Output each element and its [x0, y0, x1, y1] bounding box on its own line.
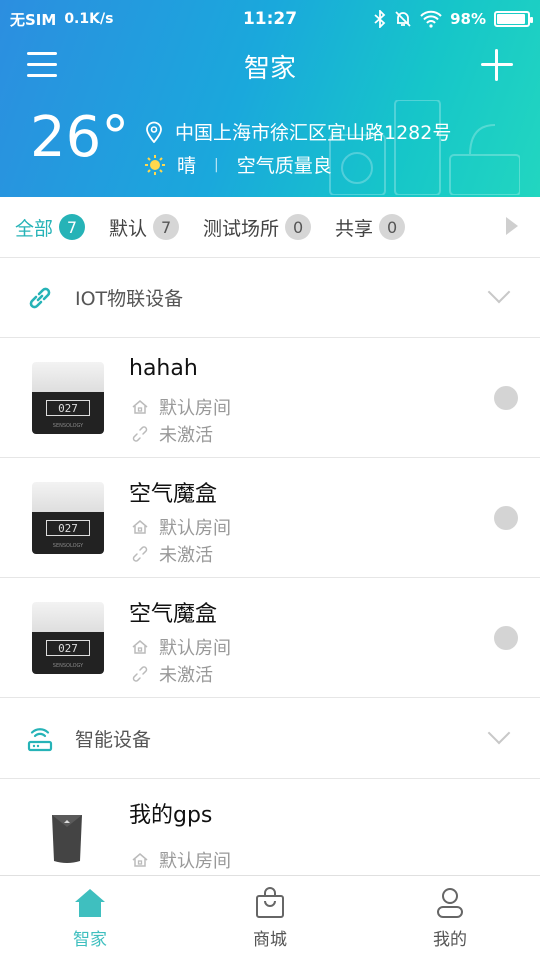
- location-row[interactable]: 中国上海市徐汇区宜山路1282号: [145, 118, 451, 145]
- tab-label: 测试场所: [203, 217, 280, 240]
- tab-test-site[interactable]: 测试场所 0: [203, 214, 312, 241]
- device-room: 默认房间: [131, 394, 231, 420]
- device-name: 空气魔盒: [129, 602, 218, 627]
- appliance-illustration: [329, 100, 520, 195]
- nav-label: 商城: [253, 929, 287, 950]
- status-indicator: [494, 506, 518, 530]
- chevron-down-icon[interactable]: [487, 280, 511, 304]
- air-quality-text: 空气质量良: [236, 155, 332, 177]
- device-room: 默认房间: [131, 634, 231, 660]
- group-header-smart-devices[interactable]: 智能设备: [0, 699, 540, 779]
- device-name: 我的gps: [129, 803, 213, 828]
- status-indicator: [494, 626, 518, 650]
- device-row[interactable]: 027 SENSOLOGY hahah 默认房间 未激活: [0, 338, 540, 458]
- device-display: 027: [46, 640, 90, 657]
- user-icon: [437, 887, 463, 918]
- tab-label: 共享: [335, 217, 374, 240]
- device-brand: SENSOLOGY: [52, 542, 84, 549]
- weather-row: 晴 | 空气质量良: [145, 151, 332, 178]
- nav-mall[interactable]: 商城: [180, 876, 360, 960]
- air-box-device-image: 027 SENSOLOGY: [32, 482, 104, 554]
- location-pin-icon: [146, 121, 162, 143]
- battery-icon: [494, 11, 533, 27]
- bottom-navigation: 智家 商城 我的: [0, 875, 540, 960]
- clock: 11:27: [242, 9, 298, 29]
- group-title: 智能设备: [75, 729, 152, 751]
- device-status: 未激活: [131, 661, 213, 687]
- location-tabs: 全部 7 默认 7 测试场所 0 共享 0: [0, 197, 540, 258]
- link-broken-icon: [132, 666, 148, 682]
- nav-label: 智家: [73, 929, 107, 950]
- device-brand: SENSOLOGY: [52, 662, 84, 669]
- nav-profile[interactable]: 我的: [360, 876, 540, 960]
- tab-count-badge: 7: [153, 214, 180, 240]
- router-icon: [27, 728, 53, 752]
- tab-label: 全部: [15, 217, 54, 240]
- sun-icon: [145, 154, 165, 175]
- device-room: 默认房间: [131, 847, 231, 873]
- tab-count-badge: 7: [59, 214, 86, 240]
- add-device-icon[interactable]: [481, 49, 513, 81]
- link-icon: [29, 287, 51, 309]
- chevron-down-icon[interactable]: [487, 721, 511, 745]
- group-header-iot[interactable]: IOT物联设备: [0, 258, 540, 338]
- device-row[interactable]: 027 SENSOLOGY 空气魔盒 默认房间 未激活: [0, 578, 540, 698]
- room-label: 默认房间: [159, 518, 231, 539]
- house-icon: [132, 640, 148, 654]
- link-broken-icon: [132, 426, 148, 442]
- divider: |: [214, 156, 219, 173]
- header-banner: 无SIM 0.1K/s 11:27 98% 智家 26° 中国上海市徐汇区宜山路…: [0, 0, 540, 197]
- shopping-bag-icon: [256, 886, 284, 918]
- status-bar: 无SIM 0.1K/s 11:27 98%: [0, 0, 540, 38]
- status-indicator: [494, 386, 518, 410]
- device-row[interactable]: 027 SENSOLOGY 空气魔盒 默认房间 未激活: [0, 458, 540, 578]
- tabs-scroll-right-icon[interactable]: [506, 217, 518, 235]
- device-display: 027: [46, 520, 90, 537]
- device-room: 默认房间: [131, 514, 231, 540]
- tab-label: 默认: [109, 217, 148, 240]
- group-title: IOT物联设备: [75, 288, 184, 310]
- tab-all[interactable]: 全部 7: [15, 214, 86, 241]
- device-name: 空气魔盒: [129, 482, 218, 507]
- tab-count-badge: 0: [379, 214, 406, 240]
- house-icon: [132, 853, 148, 867]
- home-icon: [75, 888, 105, 917]
- tab-default[interactable]: 默认 7: [109, 214, 180, 241]
- device-display: 027: [46, 400, 90, 417]
- status-label: 未激活: [159, 545, 213, 566]
- tab-count-badge: 0: [285, 214, 312, 240]
- status-label: 未激活: [159, 665, 213, 686]
- gps-tracker-device-image: [52, 815, 82, 863]
- status-label: 未激活: [159, 425, 213, 446]
- room-label: 默认房间: [159, 638, 231, 659]
- page-title: 智家: [243, 54, 296, 84]
- tab-shared[interactable]: 共享 0: [335, 214, 406, 241]
- link-broken-icon: [132, 546, 148, 562]
- temperature: 26°: [30, 105, 130, 170]
- nav-label: 我的: [433, 929, 467, 950]
- device-status: 未激活: [131, 541, 213, 567]
- device-name: hahah: [129, 356, 198, 381]
- device-status: 未激活: [131, 421, 213, 447]
- house-icon: [132, 400, 148, 414]
- air-box-device-image: 027 SENSOLOGY: [32, 602, 104, 674]
- device-brand: SENSOLOGY: [52, 422, 84, 429]
- nav-home[interactable]: 智家: [0, 876, 180, 960]
- room-label: 默认房间: [159, 398, 231, 419]
- air-box-device-image: 027 SENSOLOGY: [32, 362, 104, 434]
- weather-text: 晴: [177, 155, 197, 177]
- room-label: 默认房间: [159, 851, 231, 872]
- house-icon: [132, 520, 148, 534]
- location-text: 中国上海市徐汇区宜山路1282号: [175, 122, 452, 144]
